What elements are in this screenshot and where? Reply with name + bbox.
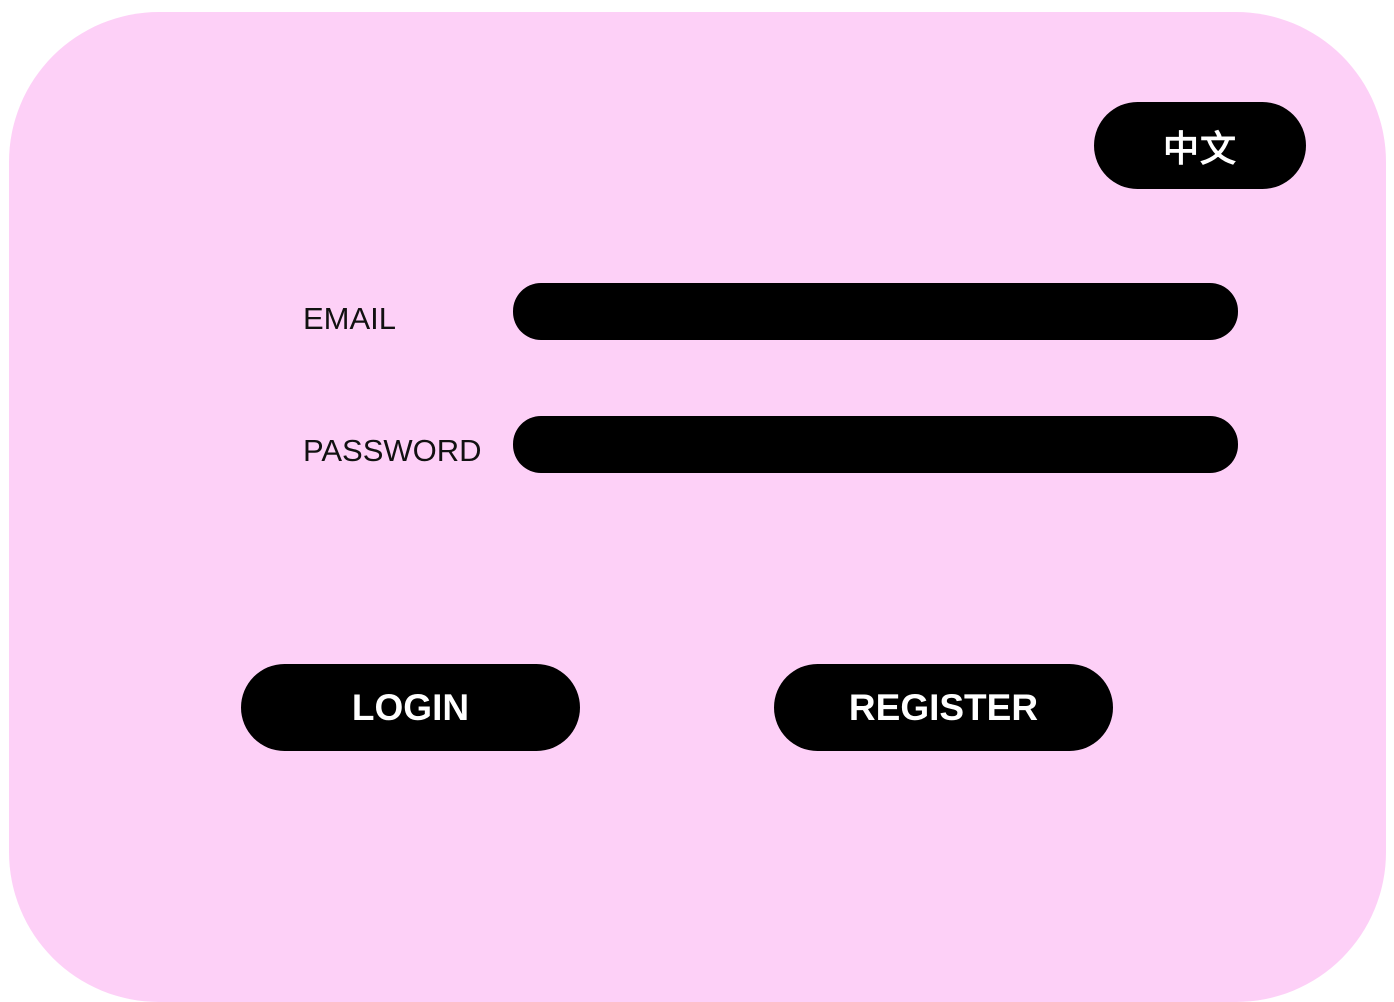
email-input[interactable] [513,283,1238,340]
email-label: EMAIL [303,301,397,336]
password-input[interactable] [513,416,1238,473]
password-label: PASSWORD [303,433,482,468]
register-button[interactable]: REGISTER [774,664,1113,751]
login-panel: 中文 EMAIL PASSWORD LOGIN REGISTER [9,12,1386,1002]
language-toggle-button[interactable]: 中文 [1094,102,1306,189]
login-button[interactable]: LOGIN [241,664,580,751]
